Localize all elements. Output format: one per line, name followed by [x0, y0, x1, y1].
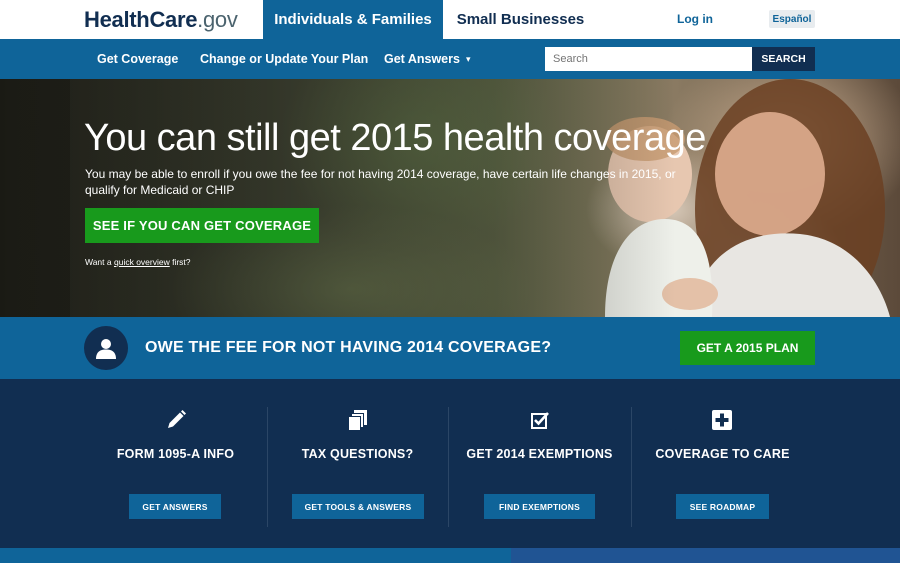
feature-exemptions: GET 2014 EXEMPTIONS FIND EXEMPTIONS [448, 379, 631, 548]
hero-overlay [0, 79, 900, 317]
fee-band-title: OWE THE FEE FOR NOT HAVING 2014 COVERAGE… [145, 339, 552, 356]
caret-down-icon: ▾ [465, 54, 471, 65]
search-button[interactable]: SEARCH [752, 47, 815, 71]
get-answers-button[interactable]: GET ANSWERS [129, 494, 221, 519]
nav-item-get-answers-label: Get Answers [384, 52, 460, 66]
quick-overview-link[interactable]: quick overview [114, 257, 170, 267]
see-roadmap-button[interactable]: SEE ROADMAP [676, 494, 769, 519]
bottom-strip-right [511, 548, 900, 563]
nav-item-get-coverage[interactable]: Get Coverage [97, 52, 178, 66]
logo-gov: .gov [197, 7, 238, 32]
hero-subtitle: You may be able to enroll if you owe the… [85, 167, 676, 197]
nav-item-change-update-plan[interactable]: Change or Update Your Plan [200, 52, 368, 66]
logo-care: Care [149, 7, 198, 32]
documents-icon [347, 409, 369, 431]
quick-overview-suffix: first? [169, 257, 191, 267]
get-tools-answers-button[interactable]: GET TOOLS & ANSWERS [292, 494, 424, 519]
see-if-you-can-get-coverage-button[interactable]: SEE IF YOU CAN GET COVERAGE [85, 208, 319, 243]
hero-title: You can still get 2015 health coverage [84, 117, 706, 159]
search-input[interactable] [545, 47, 752, 71]
fee-band: OWE THE FEE FOR NOT HAVING 2014 COVERAGE… [0, 317, 900, 379]
quick-overview-text: Want a quick overview first? [85, 257, 191, 267]
top-bar: HealthCare.gov Individuals & Families Sm… [0, 0, 900, 39]
person-icon [84, 326, 128, 370]
pencil-icon [165, 409, 187, 431]
language-toggle-button[interactable]: Español [769, 10, 815, 28]
tab-small-businesses[interactable]: Small Businesses [443, 0, 598, 39]
logo-health: Health [84, 7, 150, 32]
feature-form-1095a: FORM 1095-A INFO GET ANSWERS [84, 379, 267, 548]
get-2015-plan-button[interactable]: GET A 2015 PLAN [680, 331, 815, 365]
healthcare-gov-logo[interactable]: HealthCare.gov [84, 7, 238, 33]
nav-item-get-answers[interactable]: Get Answers ▾ [384, 52, 470, 66]
medical-cross-icon [711, 409, 733, 431]
feature-title: COVERAGE TO CARE [655, 447, 790, 461]
feature-title: FORM 1095-A INFO [116, 447, 235, 461]
hero-banner: You can still get 2015 health coverage Y… [0, 79, 900, 317]
find-exemptions-button[interactable]: FIND EXEMPTIONS [484, 494, 595, 519]
feature-coverage-to-care: COVERAGE TO CARE SEE ROADMAP [631, 379, 814, 548]
quick-overview-prefix: Want a [85, 257, 114, 267]
feature-grid: FORM 1095-A INFO GET ANSWERS TAX QUESTIO… [0, 379, 900, 548]
checkbox-icon [529, 409, 551, 431]
login-link[interactable]: Log in [677, 12, 713, 26]
tab-individuals-families[interactable]: Individuals & Families [263, 0, 443, 39]
feature-tax-questions: TAX QUESTIONS? GET TOOLS & ANSWERS [267, 379, 448, 548]
feature-title: TAX QUESTIONS? [301, 447, 414, 461]
feature-title: GET 2014 EXEMPTIONS [466, 447, 613, 461]
